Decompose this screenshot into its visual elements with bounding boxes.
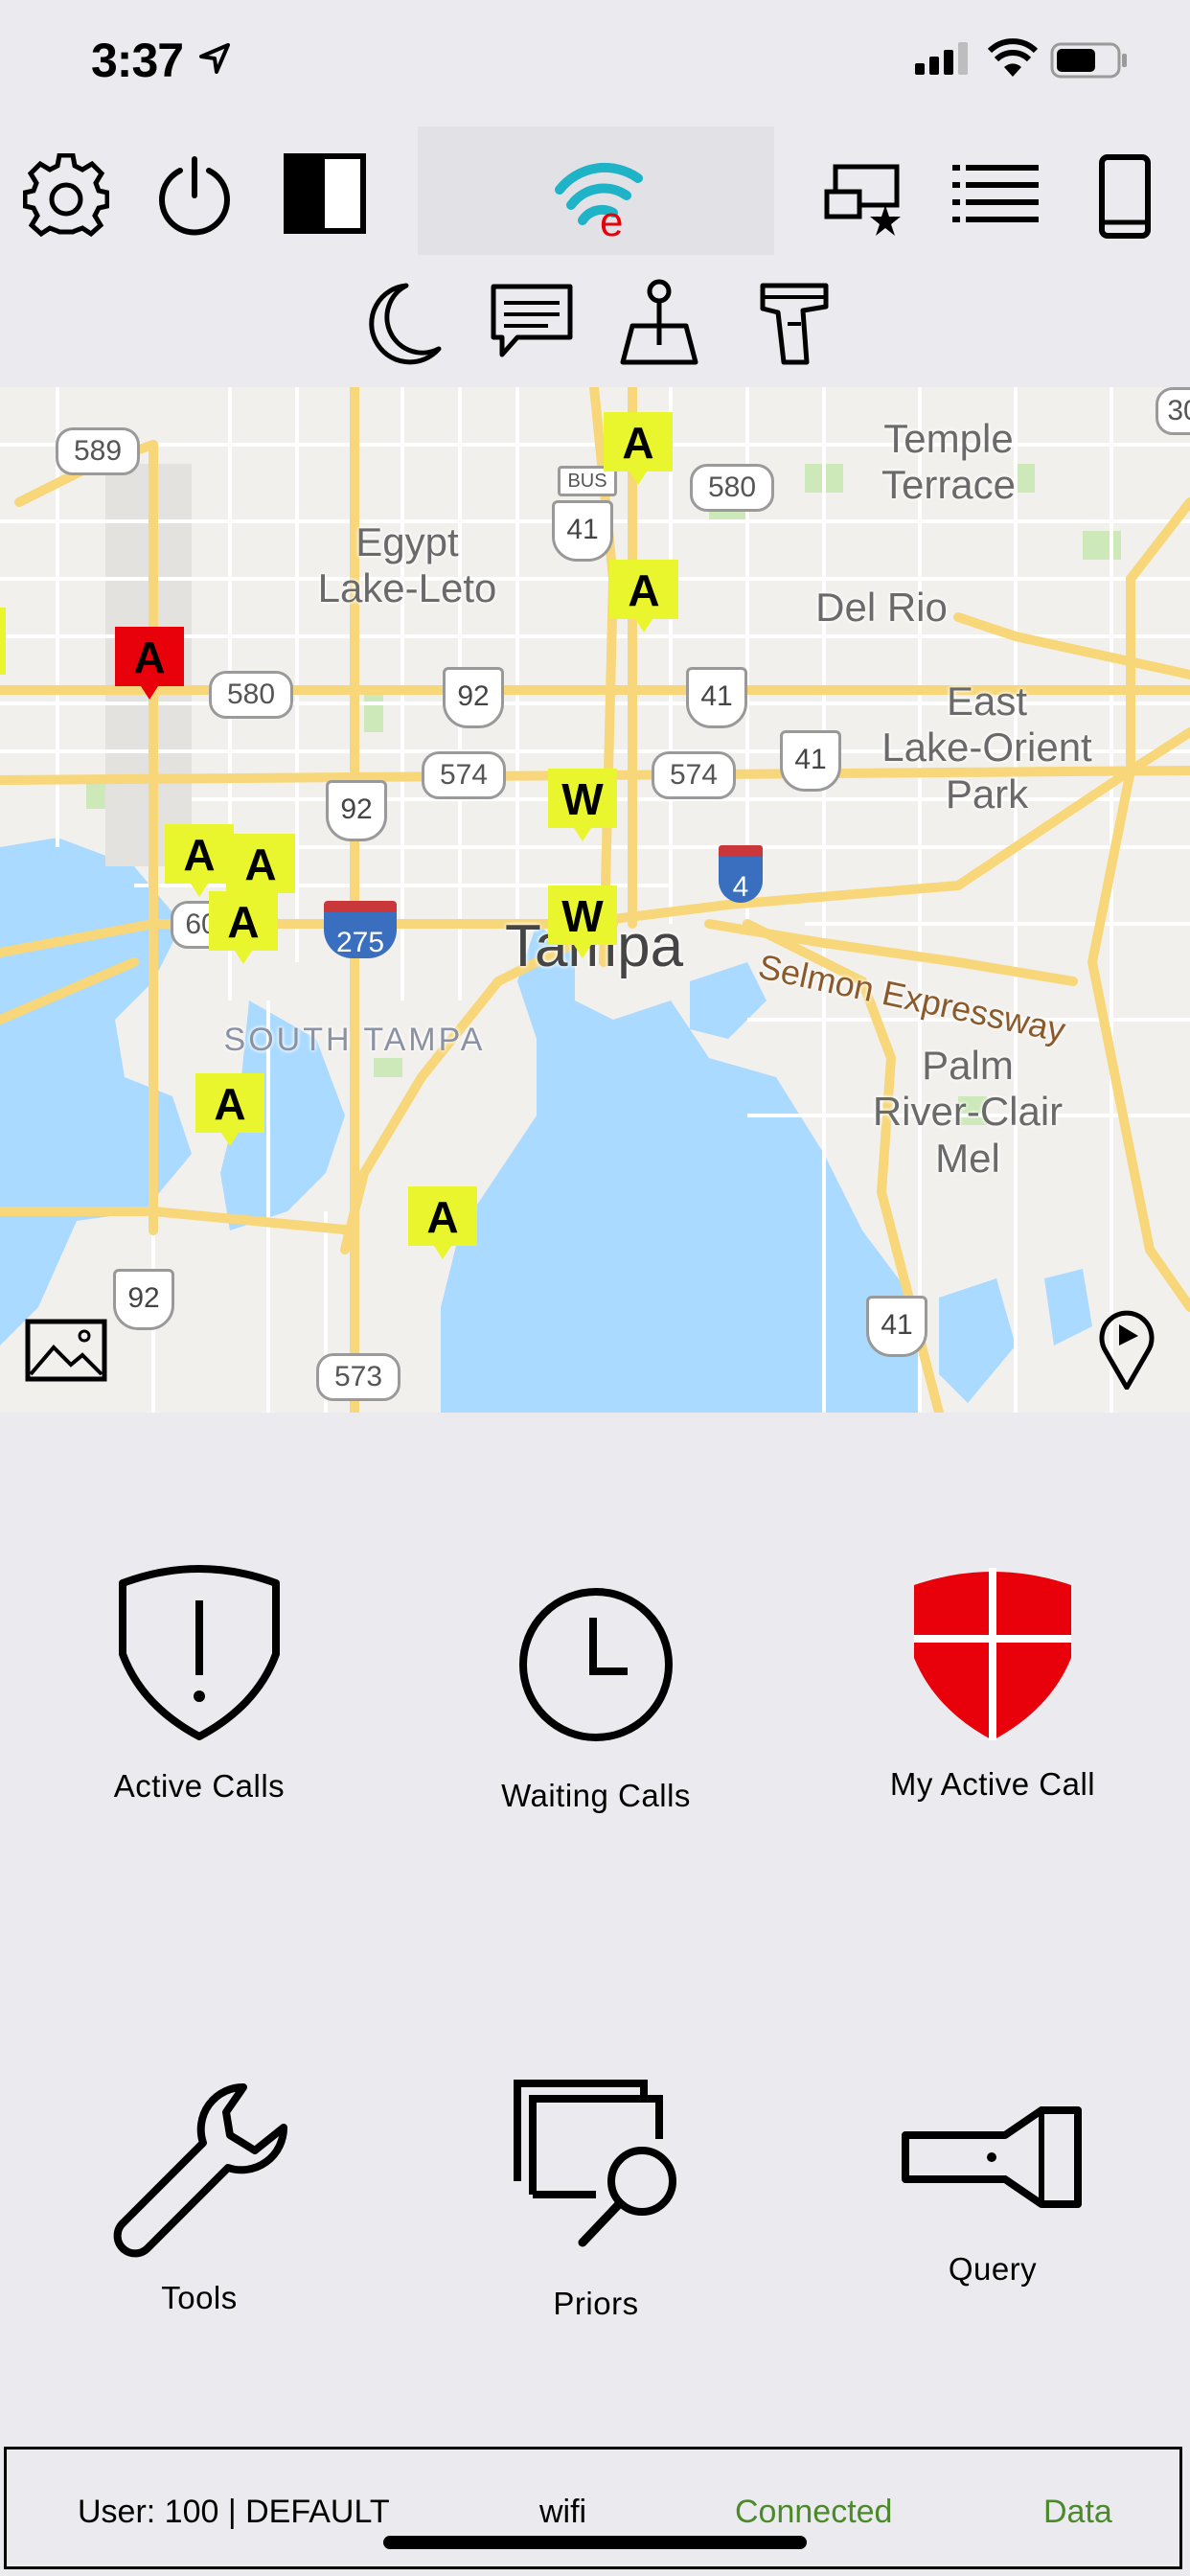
messages-icon[interactable]	[491, 284, 573, 360]
road-shield: 580	[690, 464, 774, 512]
secondary-toolbar	[0, 268, 1190, 383]
night-mode-moon-icon[interactable]	[360, 280, 443, 366]
priors-button[interactable]: Priors	[433, 2076, 759, 2322]
road-shield: 574	[652, 751, 736, 799]
priors-label: Priors	[553, 2286, 639, 2321]
shield-alert-icon	[119, 1565, 280, 1740]
call-marker[interactable]: A	[408, 1186, 477, 1259]
road-shield: 580	[209, 671, 293, 719]
wrench-icon	[113, 2082, 288, 2258]
location-arrow-icon	[199, 43, 230, 74]
map-label-temple-terrace: Temple Terrace	[881, 416, 1017, 508]
query-label: Query	[948, 2251, 1038, 2287]
us-route-shield: 41	[866, 1296, 927, 1357]
wifi-status-icon	[987, 38, 1039, 77]
home-indicator[interactable]	[383, 2536, 807, 2549]
footer-network: wifi	[539, 2494, 587, 2530]
us-route-shield: 41	[780, 730, 841, 792]
us-route-shield: 92	[113, 1269, 174, 1330]
map-label-del-rio: Del Rio	[815, 585, 948, 630]
call-marker[interactable]: A	[195, 1073, 264, 1146]
status-bar: 3:37	[0, 0, 1190, 125]
call-marker[interactable]: A	[604, 412, 673, 485]
power-icon[interactable]	[155, 155, 234, 238]
footer-user: User: 100 | DEFAULT	[78, 2494, 390, 2530]
call-marker[interactable]: A	[226, 834, 295, 907]
map-label-east-lake-orient-park: East Lake-Orient Park	[881, 678, 1092, 816]
road-shield: 574	[422, 751, 506, 799]
us-route-shield: 92	[443, 667, 504, 728]
map-label-palm-river-clair-mel: Palm River-Clair Mel	[872, 1043, 1064, 1181]
flashlight-icon	[902, 2106, 1082, 2208]
wifi-e-logo[interactable]: e	[418, 126, 774, 255]
top-toolbar: e	[0, 125, 1190, 259]
tools-button[interactable]: Tools	[36, 2080, 362, 2316]
my-active-call-label: My Active Call	[889, 1766, 1096, 1802]
call-marker[interactable]: A	[609, 560, 678, 632]
svg-text:e: e	[600, 198, 623, 238]
clock-icon	[519, 1588, 673, 1741]
waiting-marker[interactable]: W	[548, 769, 617, 841]
call-marker[interactable]: A	[115, 627, 184, 700]
waiting-marker[interactable]: W	[548, 886, 617, 958]
priors-search-icon	[514, 2080, 676, 2247]
us-route-shield: 41	[552, 500, 613, 562]
road-shield: 30	[1156, 387, 1190, 435]
call-marker[interactable]: A	[165, 824, 234, 897]
map-pin-icon[interactable]	[619, 278, 699, 366]
us-route-shield: 92	[326, 780, 387, 841]
interstate-shield: 4	[719, 845, 763, 903]
tools-label: Tools	[161, 2280, 238, 2315]
settings-gear-icon[interactable]	[23, 153, 109, 240]
list-icon[interactable]	[952, 161, 1039, 228]
cellular-signal-icon	[915, 42, 968, 75]
footer-connection-status: Connected	[735, 2494, 893, 2530]
map-label-south-tampa: SOUTH TAMPA	[223, 1022, 486, 1058]
contrast-toggle-icon[interactable]	[284, 153, 366, 234]
waiting-calls-label: Waiting Calls	[501, 1778, 691, 1813]
map-image-icon[interactable]	[25, 1319, 107, 1382]
phone-icon[interactable]	[1098, 153, 1152, 240]
my-active-call-button[interactable]: My Active Call	[830, 1566, 1156, 1803]
query-button[interactable]: Query	[830, 2104, 1156, 2288]
map-view[interactable]: Temple Terrace Egypt Lake-Leto Del Rio E…	[0, 387, 1190, 1413]
scanner-gun-icon[interactable]	[759, 282, 830, 366]
map-label-egypt-lake-leto: Egypt Lake-Leto	[317, 519, 497, 611]
battery-icon	[1050, 42, 1127, 79]
road-shield: 589	[56, 427, 140, 475]
offscreen-marker-edge	[0, 608, 6, 675]
unit-star-icon[interactable]	[824, 163, 910, 236]
active-calls-label: Active Calls	[113, 1768, 286, 1804]
status-time: 3:37	[91, 34, 184, 87]
status-footer: User: 100 | DEFAULT wifi Connected Data	[4, 2447, 1182, 2569]
road-shield: 573	[316, 1353, 400, 1401]
wifi-e-logo-icon: e	[555, 162, 643, 238]
footer-data-status: Data	[1043, 2494, 1112, 2530]
call-marker[interactable]: A	[209, 891, 278, 964]
interstate-shield: 275	[324, 901, 397, 958]
waiting-calls-button[interactable]: Waiting Calls	[433, 1585, 759, 1814]
red-shield-icon	[914, 1568, 1071, 1740]
navigation-pin-icon[interactable]	[1098, 1309, 1156, 1390]
active-calls-button[interactable]: Active Calls	[36, 1562, 362, 1805]
us-route-shield: 41	[686, 667, 747, 728]
